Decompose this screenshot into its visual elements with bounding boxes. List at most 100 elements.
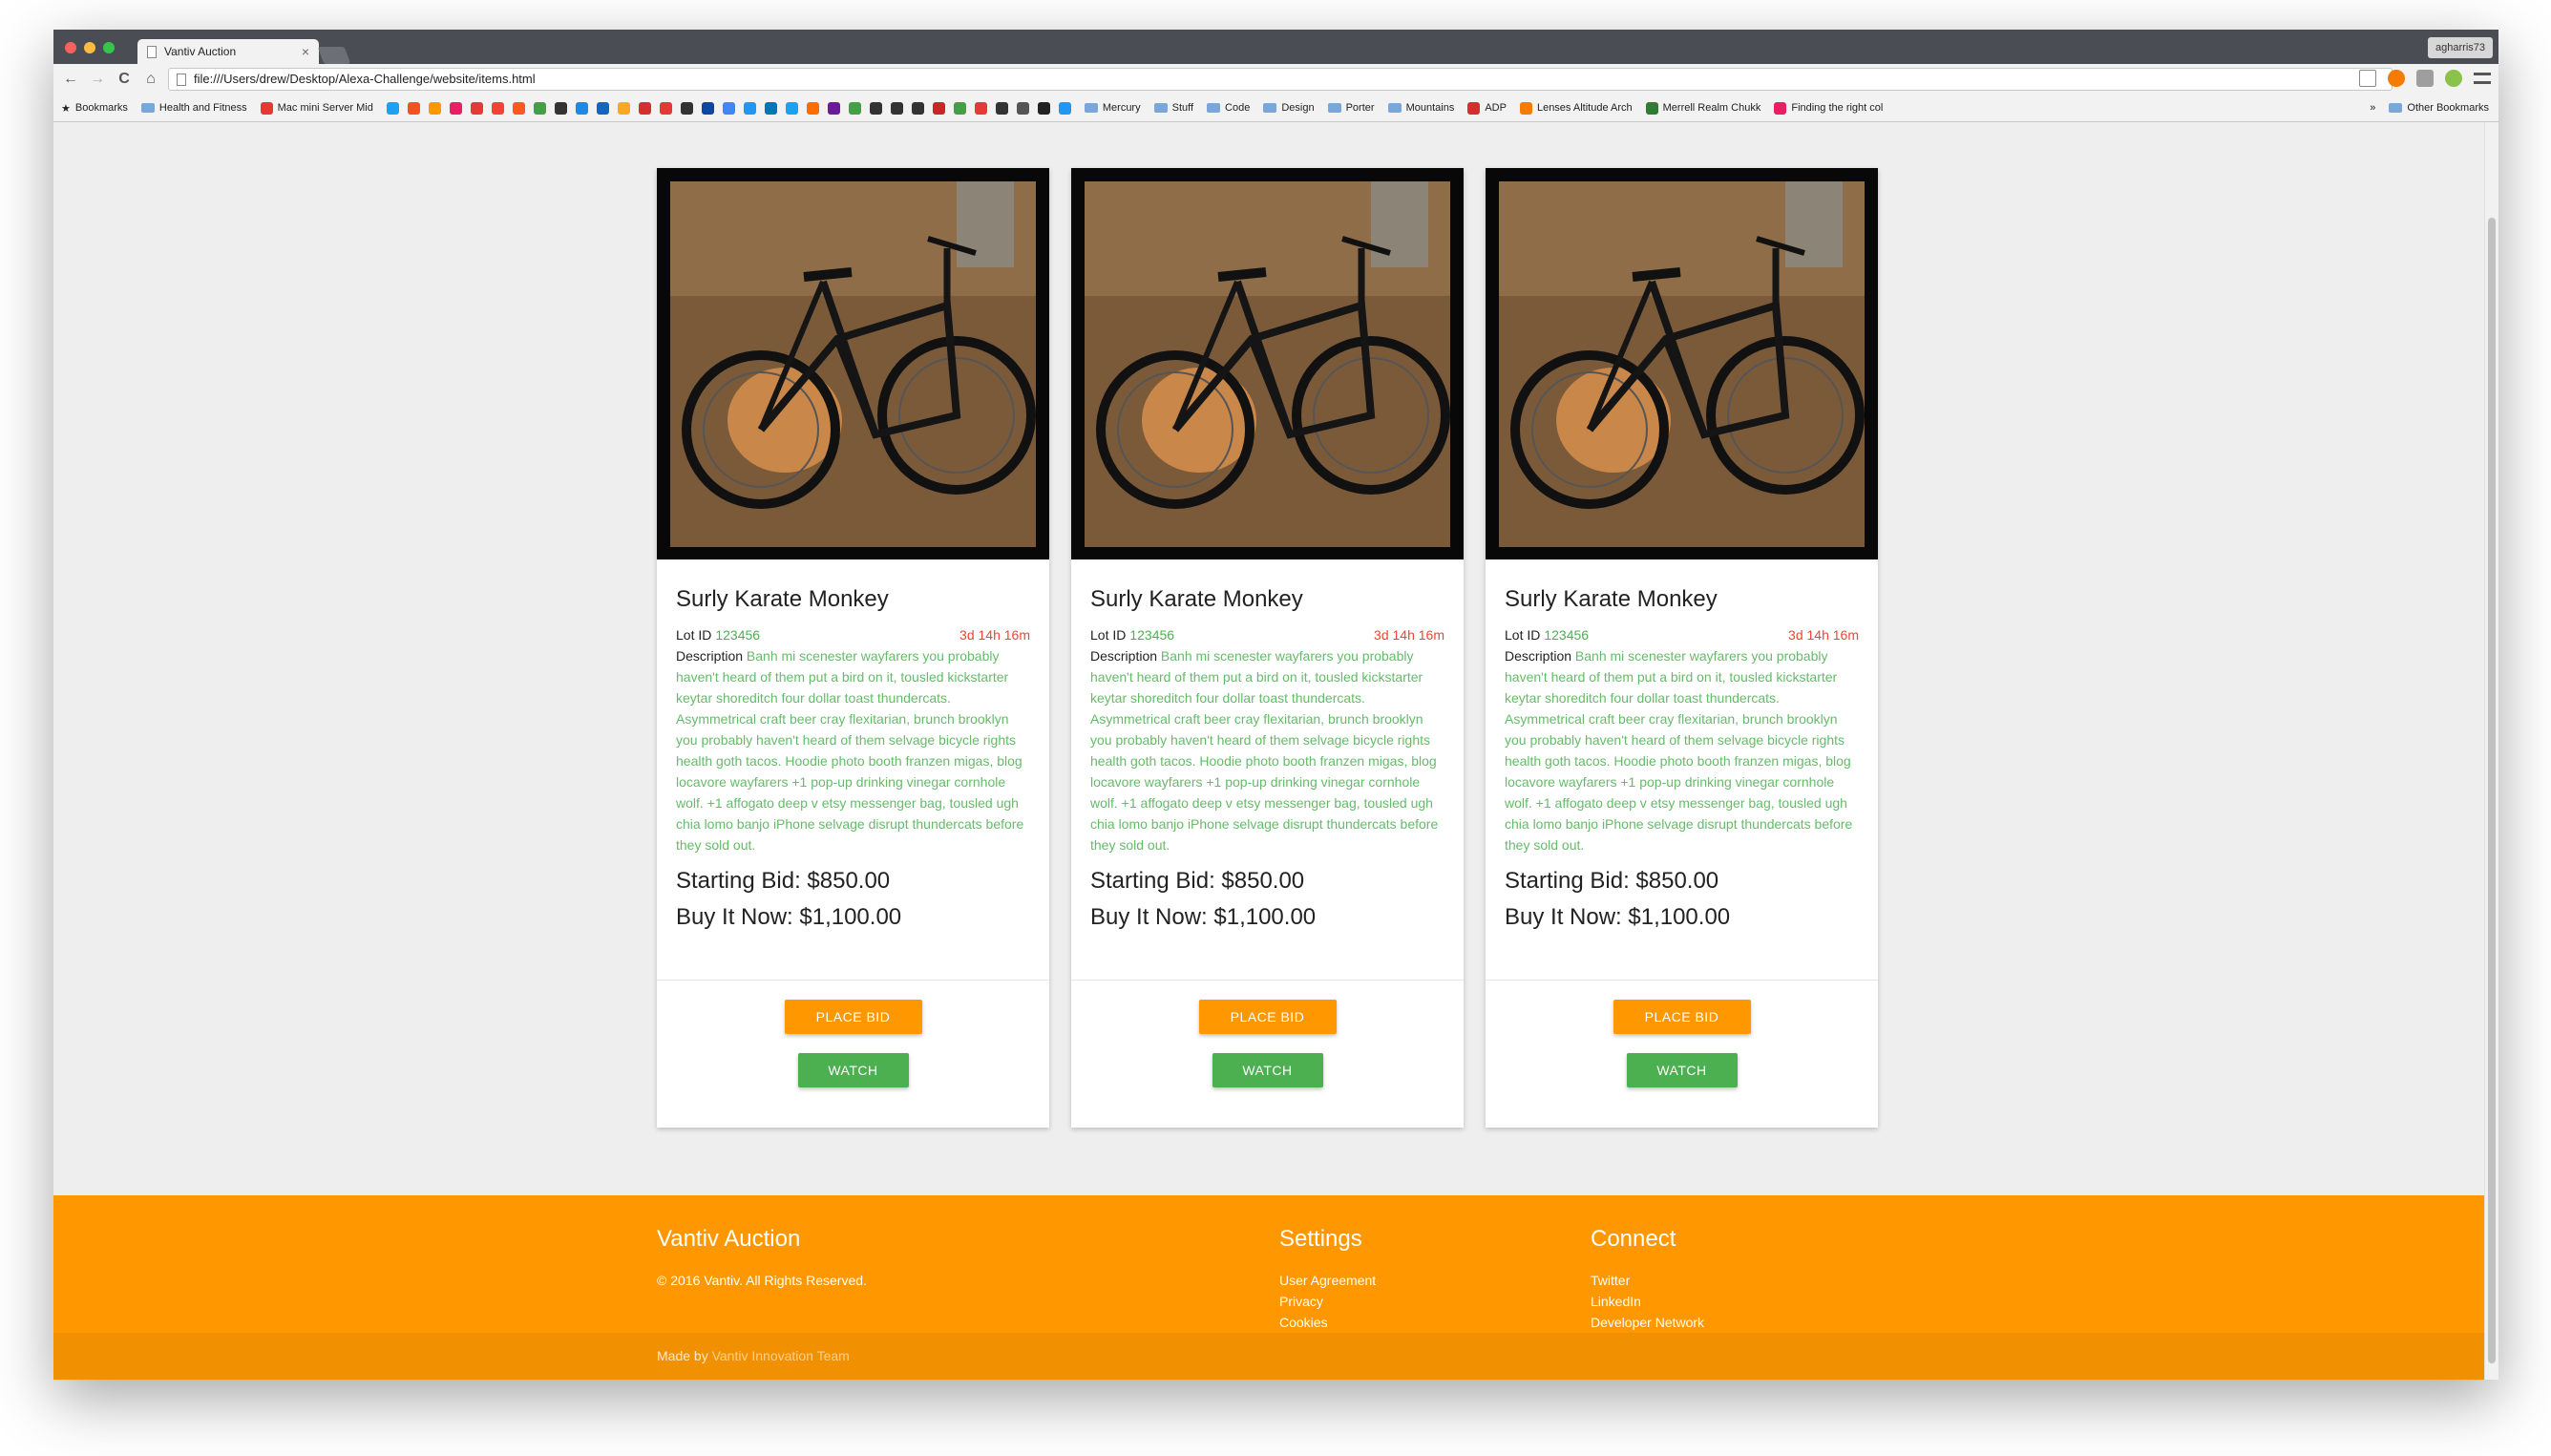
place-bid-button[interactable]: PLACE BID — [784, 1000, 922, 1034]
maximize-window-icon[interactable] — [103, 42, 115, 53]
bookmark-favicon-icon[interactable] — [848, 101, 861, 115]
bookmark-item[interactable]: Mac mini Server Mid — [260, 101, 373, 115]
bookmark-favicon-icon[interactable] — [722, 101, 735, 115]
bookmark-item[interactable]: ★ Bookmarks — [61, 102, 128, 115]
folder-icon — [1327, 103, 1341, 113]
bookmark-favicon-icon[interactable] — [827, 101, 840, 115]
bookmark-favicon-icon[interactable] — [407, 101, 420, 115]
place-bid-button[interactable]: PLACE BID — [1613, 1000, 1751, 1034]
bookmark-favicon-icon[interactable] — [596, 101, 609, 115]
bookmark-folder[interactable]: Porter — [1327, 102, 1375, 114]
folder-icon — [1387, 103, 1402, 113]
made-by: Made by Vantiv Innovation Team — [657, 1348, 850, 1363]
bookmark-favicon-icon[interactable] — [932, 101, 945, 115]
scrollbar-thumb[interactable] — [2488, 218, 2496, 1363]
bookmark-favicon-icon[interactable] — [764, 101, 777, 115]
item-description: Description Banh mi scenester wayfarers … — [1090, 645, 1444, 855]
bookmark-favicon-icon[interactable] — [575, 101, 588, 115]
bookmark-favicon-icon[interactable] — [953, 101, 966, 115]
bookmark-favicon-icon[interactable] — [533, 101, 546, 115]
menu-icon[interactable] — [2474, 73, 2491, 84]
bookmark-item[interactable]: Merrell Realm Chukk — [1645, 101, 1760, 115]
back-icon[interactable]: ← — [61, 71, 80, 88]
tab-close-icon[interactable]: × — [302, 44, 309, 59]
close-window-icon[interactable] — [65, 42, 76, 53]
home-icon[interactable]: ⌂ — [141, 71, 160, 88]
bookmark-favicon-icon[interactable] — [995, 101, 1008, 115]
starting-bid: Starting Bid: $850.00 — [1505, 868, 1719, 894]
forward-icon[interactable]: → — [88, 71, 107, 88]
item-title: Surly Karate Monkey — [1090, 586, 1303, 612]
bookmark-favicon-icon[interactable] — [785, 101, 798, 115]
privacy-link[interactable]: Privacy — [1279, 1291, 1376, 1312]
bookmark-favicon-icon[interactable] — [911, 101, 924, 115]
watch-button[interactable]: WATCH — [797, 1053, 909, 1087]
bookmark-favicon-icon[interactable] — [554, 101, 567, 115]
bookmark-favicon-icon[interactable] — [806, 101, 819, 115]
bookmark-item[interactable]: Lenses Altitude Arch — [1519, 101, 1633, 115]
item-description: Description Banh mi scenester wayfarers … — [1505, 645, 1859, 855]
bookmark-favicon-icon[interactable] — [428, 101, 441, 115]
bookmark-favicon-icon[interactable] — [974, 101, 987, 115]
bookmark-favicon-icon[interactable] — [659, 101, 672, 115]
bookmark-favicon-icon[interactable] — [701, 101, 714, 115]
place-bid-button[interactable]: PLACE BID — [1198, 1000, 1337, 1034]
bookmark-favicon-icon[interactable] — [743, 101, 756, 115]
user-profile-button[interactable]: agharris73 — [2428, 37, 2493, 58]
bookmark-favicon-icon[interactable] — [449, 101, 462, 115]
extension-icon[interactable] — [2416, 70, 2434, 87]
bookmark-favicon-icon[interactable] — [512, 101, 525, 115]
bookmark-folder[interactable]: Mountains — [1387, 102, 1454, 114]
browser-tab[interactable]: Vantiv Auction × — [137, 39, 319, 64]
bookmark-favicon-icon[interactable] — [638, 101, 651, 115]
bookmark-favicon-icon[interactable] — [1037, 101, 1050, 115]
other-bookmarks[interactable]: » Other Bookmarks — [2370, 102, 2489, 114]
team-link[interactable]: Vantiv Innovation Team — [712, 1348, 850, 1363]
item-image[interactable] — [1486, 168, 1878, 559]
tree-icon — [1645, 101, 1658, 115]
bookmark-favicon-icon[interactable] — [386, 101, 399, 115]
item-meta: Lot ID 123456 3d 14h 16m — [1090, 624, 1444, 645]
bookmark-item[interactable]: Finding the right col — [1774, 101, 1883, 115]
buy-it-now-price: Buy It Now: $1,100.00 — [1505, 904, 1731, 930]
bookmark-favicon-icon[interactable] — [890, 101, 903, 115]
cookies-link[interactable]: Cookies — [1279, 1312, 1376, 1333]
bookmark-star-icon[interactable] — [2359, 70, 2376, 87]
bookmark-favicon-icon[interactable] — [869, 101, 882, 115]
bookmark-favicon-icon[interactable] — [1058, 101, 1071, 115]
item-meta: Lot ID 123456 3d 14h 16m — [676, 624, 1030, 645]
bookmark-folder[interactable]: Health and Fitness — [140, 102, 247, 114]
bookmark-folder[interactable]: Design — [1263, 102, 1315, 114]
extension-icon[interactable] — [2445, 70, 2462, 87]
bookmark-favicon — [1519, 101, 1532, 115]
new-tab-button[interactable] — [317, 47, 351, 64]
bookmark-favicon-icon[interactable] — [491, 101, 504, 115]
watch-button[interactable]: WATCH — [1626, 1053, 1738, 1087]
minimize-window-icon[interactable] — [84, 42, 95, 53]
folder-icon — [1084, 103, 1098, 113]
address-bar[interactable]: file:///Users/drew/Desktop/Alexa-Challen… — [168, 68, 2393, 91]
linkedin-link[interactable]: LinkedIn — [1591, 1291, 1704, 1312]
item-image[interactable] — [657, 168, 1049, 559]
bookmark-folder[interactable]: Mercury — [1084, 102, 1141, 114]
lot-id-label: Lot ID — [1090, 627, 1127, 643]
bookmark-favicon-icon[interactable] — [680, 101, 693, 115]
page-icon — [177, 74, 186, 86]
bookmark-folder[interactable]: Code — [1207, 102, 1250, 114]
developer-network-link[interactable]: Developer Network — [1591, 1312, 1704, 1333]
bookmark-favicon-icon[interactable] — [470, 101, 483, 115]
page-scrollbar[interactable] — [2484, 122, 2498, 1380]
bookmark-folder[interactable]: Stuff — [1153, 102, 1193, 114]
item-details: Surly Karate Monkey Lot ID 123456 3d 14h… — [1486, 559, 1878, 936]
more-bookmarks-icon[interactable]: » — [2370, 102, 2375, 114]
bookmark-favicon-icon[interactable] — [1016, 101, 1029, 115]
user-agreement-link[interactable]: User Agreement — [1279, 1270, 1376, 1291]
bookmark-favicon-icon[interactable] — [617, 101, 630, 115]
watch-button[interactable]: WATCH — [1212, 1053, 1323, 1087]
reload-icon[interactable]: C — [115, 71, 134, 88]
page-content: Surly Karate Monkey Lot ID 123456 3d 14h… — [53, 122, 2484, 1380]
extension-icon[interactable] — [2388, 70, 2405, 87]
twitter-link[interactable]: Twitter — [1591, 1270, 1704, 1291]
item-image[interactable] — [1071, 168, 1464, 559]
bookmark-item[interactable]: ADP — [1467, 101, 1507, 115]
